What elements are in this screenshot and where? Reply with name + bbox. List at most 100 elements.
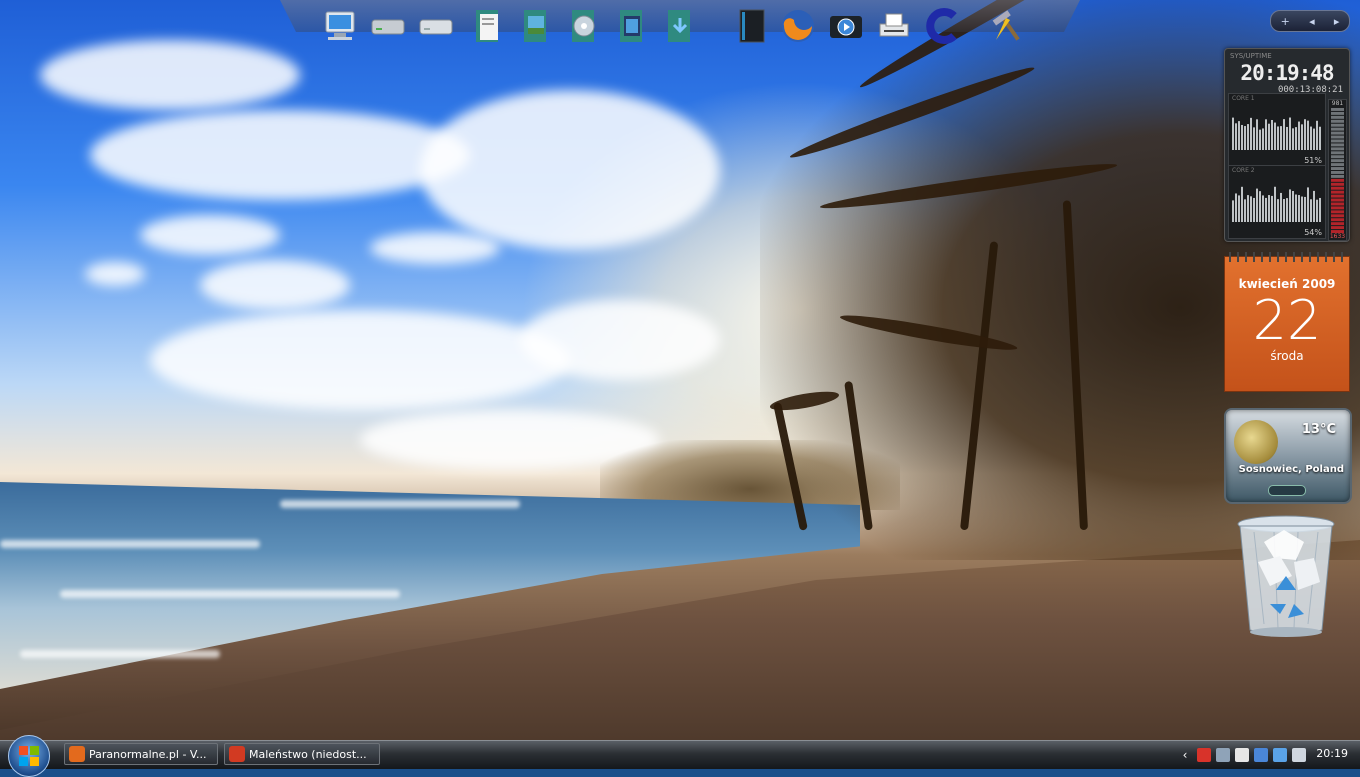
calendar-weekday: środa xyxy=(1270,349,1304,363)
taskbar-button-gadu-gadu[interactable]: Maleństwo (niedost... xyxy=(224,743,380,765)
ram-segment xyxy=(1331,135,1344,139)
core2-bars xyxy=(1232,186,1321,222)
wave xyxy=(0,540,260,548)
app-a-icon[interactable] xyxy=(1254,748,1268,762)
printer-icon[interactable] xyxy=(872,4,916,48)
cpu-bar xyxy=(1280,126,1282,150)
cpu-bar xyxy=(1319,197,1321,222)
windows-logo-icon xyxy=(19,746,39,766)
cpu-bar xyxy=(1298,121,1300,150)
hard-drive-2-icon[interactable] xyxy=(414,4,458,48)
network-icon[interactable] xyxy=(1273,748,1287,762)
cpu-bar xyxy=(1235,193,1237,222)
cpu-bar xyxy=(1250,196,1252,222)
ram-segment xyxy=(1331,198,1344,202)
message-icon[interactable] xyxy=(1235,748,1249,762)
ram-segment xyxy=(1331,131,1344,135)
documents-folder-icon[interactable] xyxy=(466,4,510,48)
cpu-bar xyxy=(1253,127,1255,150)
cpu-bar xyxy=(1298,195,1300,222)
cpu-bar xyxy=(1307,120,1309,150)
firefox-icon[interactable] xyxy=(776,4,820,48)
show-hidden-icon[interactable]: ‹ xyxy=(1178,748,1192,762)
music-folder-icon[interactable] xyxy=(562,4,606,48)
ram-segment xyxy=(1331,143,1344,147)
ccleaner-icon[interactable] xyxy=(922,4,966,48)
core2-graph: CORE 2 54% xyxy=(1228,165,1326,239)
cpu-bar xyxy=(1295,194,1297,222)
ram-segment xyxy=(1331,151,1344,155)
core1-percent: 51% xyxy=(1304,156,1322,165)
cpu-bar xyxy=(1277,199,1279,222)
taskbar-button-firefox[interactable]: Paranormalne.pl - V... xyxy=(64,743,218,765)
videos-folder-icon[interactable] xyxy=(610,4,654,48)
ram-segment xyxy=(1331,119,1344,123)
ram-segment xyxy=(1331,186,1344,190)
antivirus-icon[interactable] xyxy=(1197,748,1211,762)
ram-segment xyxy=(1331,167,1344,170)
task-label: Maleństwo (niedost... xyxy=(249,747,367,761)
wave xyxy=(280,500,520,508)
black-box-icon[interactable] xyxy=(730,4,774,48)
computer-icon[interactable] xyxy=(318,4,362,48)
weather-options-button[interactable] xyxy=(1268,485,1306,496)
cpu-bar xyxy=(1247,195,1249,222)
cpu-bar xyxy=(1316,199,1318,222)
ram-segment xyxy=(1331,210,1344,214)
cpu-bar xyxy=(1283,119,1285,150)
sysmon-clock: 20:19:48 xyxy=(1240,61,1334,85)
downloads-folder-icon[interactable] xyxy=(658,4,702,48)
cloud xyxy=(150,310,570,410)
cloud xyxy=(420,90,720,250)
cloud xyxy=(85,262,145,286)
cpu-bar xyxy=(1271,195,1273,222)
start-button[interactable] xyxy=(8,735,50,777)
cpu-bar xyxy=(1241,124,1243,150)
cpu-bar xyxy=(1265,119,1267,150)
cpu-bar xyxy=(1259,191,1261,222)
cpu-bar xyxy=(1286,126,1288,150)
add-gadget-button[interactable]: + xyxy=(1281,15,1290,28)
cpu-bar xyxy=(1292,128,1294,150)
weather-gadget[interactable]: 13°C Sosnowiec, Poland xyxy=(1224,408,1352,504)
ram-segment xyxy=(1331,159,1344,163)
system-monitor-gadget[interactable]: SYS/UPTIME 20:19:48 000:13:08:21 CORE 1 … xyxy=(1224,48,1350,242)
weather-location: Sosnowiec, Poland xyxy=(1238,464,1344,475)
ram-segment xyxy=(1331,222,1344,226)
cpu-bar xyxy=(1301,196,1303,222)
cpu-bar xyxy=(1313,190,1315,222)
cpu-bar xyxy=(1289,189,1291,222)
cpu-bar xyxy=(1316,120,1318,150)
previous-page-button[interactable]: ◂ xyxy=(1309,15,1315,28)
cpu-bar xyxy=(1238,195,1240,222)
recycle-bin-icon[interactable] xyxy=(1234,512,1338,640)
sidebar-controls: + ◂ ▸ xyxy=(1270,10,1350,32)
network-activity-icon[interactable] xyxy=(1216,748,1230,762)
ram-segment xyxy=(1331,108,1344,111)
taskbar-clock[interactable]: 20:19 xyxy=(1316,747,1348,760)
calendar-rings xyxy=(1229,252,1345,262)
next-page-button[interactable]: ▸ xyxy=(1334,15,1340,28)
tools-icon[interactable] xyxy=(988,4,1032,48)
camera-media-icon[interactable] xyxy=(824,4,868,48)
cpu-bar xyxy=(1256,119,1258,150)
cloud xyxy=(140,215,280,255)
hard-drive-icon[interactable] xyxy=(366,4,410,48)
cpu-bar xyxy=(1262,195,1264,222)
cpu-bar xyxy=(1310,199,1312,222)
cpu-bar xyxy=(1250,117,1252,150)
pictures-folder-icon[interactable] xyxy=(514,4,558,48)
ram-segment xyxy=(1331,218,1344,222)
cpu-bar xyxy=(1277,126,1279,150)
cpu-bar xyxy=(1259,129,1261,150)
cpu-bar xyxy=(1232,200,1234,222)
ram-segment xyxy=(1331,163,1344,167)
ram-segment xyxy=(1331,194,1344,198)
cpu-bar xyxy=(1283,199,1285,222)
ram-segment xyxy=(1331,182,1344,186)
cpu-bar xyxy=(1247,124,1249,150)
calendar-gadget[interactable]: kwiecień 2009 22 środa xyxy=(1224,252,1350,392)
cloud xyxy=(520,300,720,380)
volume-icon[interactable] xyxy=(1292,748,1306,762)
core1-graph: CORE 1 51% xyxy=(1228,93,1326,167)
